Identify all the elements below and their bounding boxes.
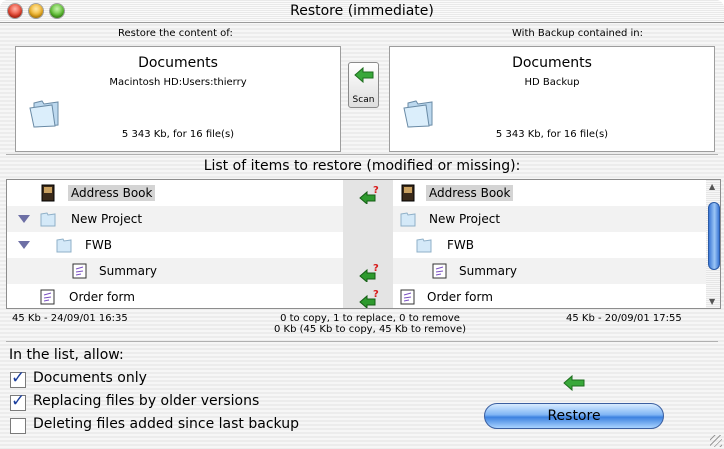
item-name-right: Summary: [459, 264, 517, 278]
scroll-up-arrow-icon[interactable]: ▲: [709, 182, 715, 191]
scroll-down-arrow-icon[interactable]: ▼: [709, 297, 715, 306]
divider: [6, 154, 718, 155]
item-name-left: Summary: [99, 264, 157, 278]
address-book-icon: [401, 184, 415, 202]
item-name-left: FWB: [85, 238, 112, 252]
document-icon: [432, 263, 447, 279]
backup-name: Documents: [512, 55, 592, 71]
backup-item-info: 45 Kb - 20/09/01 17:55: [566, 313, 682, 324]
source-path: Macintosh HD:Users:thierry: [109, 77, 247, 88]
checkmark-icon: ✓: [11, 391, 26, 411]
source-panel[interactable]: Documents Macintosh HD:Users:thierry 5 3…: [15, 46, 341, 152]
options-heading: In the list, allow:: [9, 347, 124, 363]
deleting-files-label: Deleting files added since last backup: [33, 416, 299, 432]
window-title: Restore (immediate): [290, 3, 434, 19]
documents-only-checkbox[interactable]: ✓: [10, 368, 26, 388]
item-name-left: Address Book: [68, 185, 156, 201]
list-scrollbar[interactable]: ▲ ▼: [706, 179, 721, 309]
item-name-right: Address Book: [426, 185, 514, 201]
folder-icon: [56, 238, 72, 253]
document-icon: [400, 289, 415, 305]
summary-counts: 0 to copy, 1 to replace, 0 to remove: [280, 313, 460, 324]
restore-button[interactable]: Restore: [484, 403, 664, 429]
disclosure-triangle-icon[interactable]: [18, 241, 30, 249]
scan-button[interactable]: Scan: [348, 62, 379, 108]
svg-text:?: ?: [373, 185, 379, 196]
replace-arrow-icon: ?: [359, 185, 379, 204]
address-book-icon: [41, 184, 55, 202]
summary-sizes: 0 Kb (45 Kb to copy, 45 Kb to remove): [273, 324, 467, 335]
items-list[interactable]: Address Book ? Address Book New Project: [6, 179, 708, 309]
list-row-summary[interactable]: Summary ? Summary: [7, 258, 707, 284]
documents-only-label: Documents only: [33, 370, 147, 386]
list-row-order-form[interactable]: Order form ? Order form: [7, 284, 707, 308]
source-name: Documents: [138, 55, 218, 71]
list-row-fwb[interactable]: FWB FWB: [7, 232, 707, 258]
svg-text:?: ?: [373, 289, 379, 300]
replacing-older-checkbox[interactable]: ✓: [10, 391, 26, 411]
item-name-right: New Project: [429, 212, 501, 226]
resize-grip-icon[interactable]: [710, 435, 722, 447]
list-title: List of items to restore (modified or mi…: [203, 158, 521, 174]
item-name-left: New Project: [71, 212, 143, 226]
left-arrow-icon: [354, 67, 374, 83]
scan-label: Scan: [352, 95, 375, 105]
source-size: 5 343 Kb, for 16 file(s): [121, 129, 235, 140]
document-icon: [72, 263, 87, 279]
list-row-new-project[interactable]: New Project New Project: [7, 206, 707, 232]
document-icon: [40, 289, 55, 305]
backup-panel[interactable]: Documents HD Backup 5 343 Kb, for 16 fil…: [389, 46, 715, 152]
folder-icon: [29, 100, 59, 128]
source-item-info: 45 Kb - 24/09/01 16:35: [12, 313, 128, 324]
list-row-address-book[interactable]: Address Book ? Address Book: [7, 180, 707, 206]
scroll-thumb[interactable]: [708, 202, 720, 270]
backup-path: HD Backup: [524, 77, 580, 88]
checkmark-icon: ✓: [11, 368, 26, 388]
item-name-right: FWB: [447, 238, 474, 252]
svg-text:?: ?: [373, 263, 379, 274]
disclosure-triangle-icon[interactable]: [18, 215, 30, 223]
replace-arrow-icon: ?: [359, 289, 379, 308]
folder-icon: [416, 238, 432, 253]
replacing-older-label: Replacing files by older versions: [33, 393, 260, 409]
folder-icon: [40, 212, 56, 227]
item-name-left: Order form: [69, 290, 135, 304]
folder-icon: [400, 212, 416, 227]
title-bar[interactable]: Restore (immediate): [0, 0, 724, 23]
replace-arrow-icon: ?: [359, 263, 379, 282]
folder-icon: [403, 100, 433, 128]
backup-header: With Backup contained in:: [512, 28, 644, 39]
left-arrow-icon: [563, 375, 585, 391]
source-header: Restore the content of:: [118, 28, 233, 39]
restore-window: Restore (immediate) Restore the content …: [0, 0, 724, 449]
divider: [6, 341, 718, 342]
backup-size: 5 343 Kb, for 16 file(s): [495, 129, 609, 140]
item-name-right: Order form: [427, 290, 493, 304]
restore-summary: 0 to copy, 1 to replace, 0 to remove 0 K…: [258, 313, 482, 335]
deleting-files-checkbox[interactable]: [10, 418, 26, 434]
